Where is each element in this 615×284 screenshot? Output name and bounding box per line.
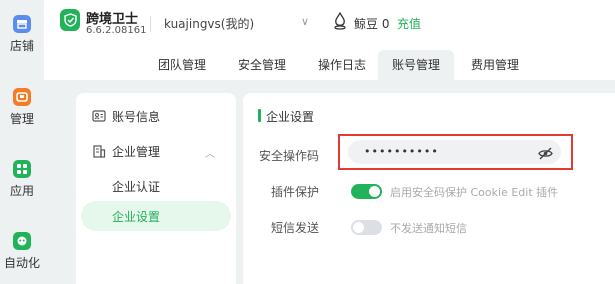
tab-billing[interactable]: 费用管理 [462, 50, 528, 80]
tab-account[interactable]: 账号管理 [378, 50, 454, 80]
settings-sidebar: 账号信息 企业管理 ︿ 企业认证 企业设置 [76, 93, 236, 284]
sidebar-item-enterprise-settings[interactable]: 企业设置 [81, 201, 231, 231]
building-icon [92, 144, 106, 158]
left-rail: 店铺 管理 应用 自动化 [0, 0, 44, 284]
top-header: 跨境卫士 6.6.2.08161 kuajingvs(我的) ∨ 鲸豆 0 充值… [44, 0, 615, 80]
sms-label: 短信发送 [271, 221, 320, 235]
apps-icon [13, 160, 31, 178]
sidebar-label-account-info: 账号信息 [112, 109, 161, 124]
security-code-input[interactable]: •••••••••• [348, 140, 561, 164]
bean-balance: 鲸豆 0 [354, 17, 390, 31]
shield-logo-icon [60, 9, 80, 31]
sidebar-item-enterprise-auth[interactable]: 企业认证 [112, 178, 160, 195]
rail-item-automation[interactable]: 自动化 [0, 232, 44, 271]
rail-item-store[interactable]: 店铺 [0, 15, 44, 54]
pwd-label: 安全操作码 [259, 149, 320, 163]
security-code-value: •••••••••• [364, 145, 439, 158]
recharge-link[interactable]: 充值 [397, 15, 421, 32]
rail-label-manage: 管理 [9, 112, 34, 126]
enterprise-settings-panel: 企业设置 安全操作码 •••••••••• 插件保护 启用安全码保护 Cooki… [243, 93, 615, 284]
manage-icon [13, 88, 31, 106]
rail-label-automation: 自动化 [3, 256, 40, 270]
app-version: 6.6.2.08161 [86, 25, 147, 36]
account-selector[interactable]: kuajingvs(我的) [164, 15, 254, 32]
section-accent-bar [258, 109, 261, 122]
chevron-up-icon[interactable]: ︿ [205, 145, 215, 160]
rail-item-manage[interactable]: 管理 [0, 88, 44, 127]
chevron-down-icon[interactable]: ∨ [301, 15, 309, 28]
sidebar-label-enterprise-mgmt: 企业管理 [112, 144, 161, 159]
robot-icon [13, 232, 31, 250]
sms-text: 不发送通知短信 [390, 222, 467, 235]
bean-icon [332, 11, 348, 34]
sidebar-label-enterprise-settings: 企业设置 [112, 210, 161, 224]
tab-oplog[interactable]: 操作日志 [309, 50, 375, 80]
rail-item-apps[interactable]: 应用 [0, 160, 44, 199]
sidebar-item-account-info[interactable]: 账号信息 [76, 103, 236, 129]
header-divider [150, 16, 151, 32]
plugin-label: 插件保护 [271, 185, 320, 199]
section-title: 企业设置 [266, 110, 315, 124]
plugin-protect-toggle[interactable] [351, 184, 382, 199]
toggle-knob [353, 222, 364, 233]
rail-label-store: 店铺 [9, 39, 34, 53]
toggle-knob [369, 186, 380, 197]
rail-label-apps: 应用 [9, 184, 34, 198]
sms-toggle[interactable] [351, 220, 382, 235]
tab-team[interactable]: 团队管理 [152, 50, 212, 80]
eye-off-icon[interactable] [538, 145, 553, 169]
tab-security[interactable]: 安全管理 [232, 50, 292, 80]
plugin-protect-text: 启用安全码保护 Cookie Edit 插件 [390, 186, 559, 199]
id-card-icon [92, 109, 106, 123]
store-icon [13, 15, 31, 33]
